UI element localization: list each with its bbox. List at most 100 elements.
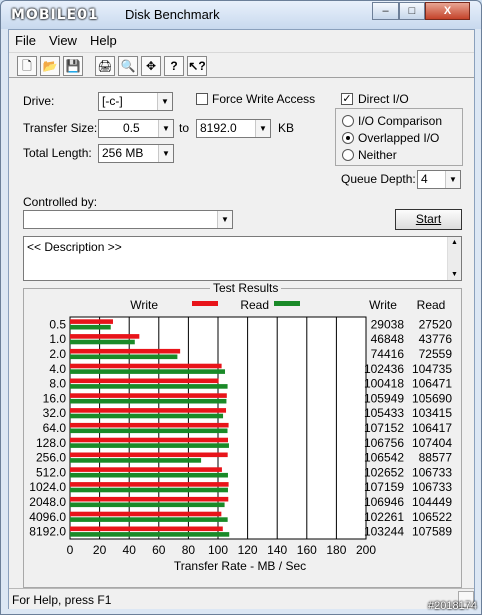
test-results-group: Test Results Write Read Write Read Trans… bbox=[23, 281, 462, 588]
menu-help[interactable]: Help bbox=[90, 33, 117, 48]
chevron-down-icon[interactable]: ▼ bbox=[217, 211, 232, 228]
y-tick-label: 4.0 bbox=[49, 362, 66, 376]
x-tick-label: 200 bbox=[356, 543, 376, 557]
transfer-from-value: 0.5 bbox=[123, 121, 140, 135]
write-value: 29038 bbox=[371, 317, 405, 331]
read-bar bbox=[70, 428, 228, 434]
read-value: 27520 bbox=[419, 317, 453, 331]
write-value: 102436 bbox=[364, 362, 404, 376]
watermark-text: #2018174 bbox=[428, 600, 477, 612]
read-value: 43776 bbox=[419, 332, 453, 346]
y-tick-label: 2048.0 bbox=[29, 495, 66, 509]
read-value: 88577 bbox=[419, 451, 453, 465]
legend-write-label: Write bbox=[130, 298, 158, 312]
transfer-size-from-select[interactable]: 0.5 ▼ bbox=[98, 119, 174, 138]
write-bar bbox=[70, 378, 219, 384]
read-bar bbox=[70, 384, 228, 389]
description-scrollbar[interactable]: ▲ ▼ bbox=[447, 237, 461, 280]
window-title: Disk Benchmark bbox=[125, 7, 220, 22]
y-tick-label: 4096.0 bbox=[29, 510, 66, 524]
write-bar bbox=[70, 393, 227, 398]
write-column-header: Write bbox=[369, 298, 397, 312]
write-bar bbox=[70, 348, 181, 354]
start-button[interactable]: Start bbox=[395, 209, 462, 230]
mobile01-logo: MOBILE01 bbox=[11, 7, 99, 23]
toolbar: 🗋 📂 💾 🖨 🔍 ✥ ? ↖? bbox=[9, 52, 474, 78]
write-value: 103244 bbox=[364, 525, 404, 539]
read-bar bbox=[70, 398, 227, 404]
write-value: 106542 bbox=[364, 451, 404, 465]
neither-radio[interactable] bbox=[342, 149, 354, 161]
x-tick-label: 80 bbox=[182, 543, 196, 557]
read-bar bbox=[70, 354, 178, 360]
minimize-button[interactable]: – bbox=[372, 2, 399, 20]
write-value: 46848 bbox=[371, 332, 405, 346]
overlapped-io-label: Overlapped I/O bbox=[358, 131, 440, 145]
to-label: to bbox=[179, 121, 190, 135]
menu-bar: File View Help bbox=[9, 30, 474, 50]
read-value: 106733 bbox=[412, 465, 452, 479]
description-box[interactable]: << Description >> ▲ ▼ bbox=[23, 236, 462, 281]
write-value: 102261 bbox=[364, 510, 404, 524]
x-tick-label: 0 bbox=[67, 543, 74, 557]
chevron-down-icon[interactable]: ▼ bbox=[445, 171, 460, 188]
context-help-icon[interactable]: ↖? bbox=[187, 56, 207, 76]
menu-file[interactable]: File bbox=[15, 33, 36, 48]
total-length-select[interactable]: 256 MB ▼ bbox=[98, 144, 174, 163]
open-icon[interactable]: 📂 bbox=[40, 56, 60, 76]
y-tick-label: 1024.0 bbox=[29, 480, 66, 494]
read-bar bbox=[70, 472, 228, 478]
print-icon[interactable]: 🖨 bbox=[95, 56, 115, 76]
move-icon[interactable]: ✥ bbox=[141, 56, 161, 76]
new-icon[interactable]: 🗋 bbox=[17, 56, 37, 76]
y-tick-label: 1.0 bbox=[49, 332, 66, 346]
read-value: 105690 bbox=[412, 391, 452, 405]
write-value: 106946 bbox=[364, 495, 404, 509]
y-tick-label: 8192.0 bbox=[29, 525, 66, 539]
kb-label: KB bbox=[278, 121, 295, 135]
status-bar: For Help, press F1 bbox=[9, 588, 474, 609]
write-value: 107159 bbox=[364, 480, 404, 494]
maximize-button[interactable]: □ bbox=[399, 2, 425, 20]
queue-depth-select[interactable]: 4 ▼ bbox=[417, 170, 461, 189]
save-icon[interactable]: 💾 bbox=[63, 56, 83, 76]
chevron-down-icon[interactable]: ▼ bbox=[157, 93, 172, 110]
close-button[interactable]: X bbox=[425, 2, 470, 20]
io-comparison-radio[interactable] bbox=[342, 115, 354, 127]
y-tick-label: 512.0 bbox=[36, 465, 66, 479]
title-bar[interactable]: MOBILE01 Disk Benchmark – □ X bbox=[1, 1, 481, 29]
queue-depth-label: Queue Depth: bbox=[341, 172, 416, 186]
print-preview-icon[interactable]: 🔍 bbox=[118, 56, 138, 76]
write-bar bbox=[70, 452, 228, 458]
legend-read-label: Read bbox=[240, 298, 269, 312]
direct-io-checkbox[interactable]: ✓ bbox=[341, 93, 353, 105]
x-tick-label: 140 bbox=[267, 543, 287, 557]
write-bar bbox=[70, 422, 229, 428]
x-tick-label: 160 bbox=[297, 543, 317, 557]
legend-write-swatch bbox=[192, 301, 218, 306]
io-comparison-label: I/O Comparison bbox=[358, 114, 443, 128]
force-write-access-checkbox[interactable] bbox=[196, 93, 208, 105]
drive-value: [-c-] bbox=[102, 94, 123, 108]
read-value: 106471 bbox=[412, 377, 452, 391]
read-value: 72559 bbox=[419, 347, 453, 361]
description-text: << Description >> bbox=[27, 240, 122, 254]
controlled-by-select[interactable]: ▼ bbox=[23, 210, 233, 229]
write-bar bbox=[70, 319, 113, 324]
help-icon[interactable]: ? bbox=[164, 56, 184, 76]
chevron-down-icon[interactable]: ▼ bbox=[255, 120, 270, 137]
write-bar bbox=[70, 334, 140, 339]
y-tick-label: 8.0 bbox=[49, 377, 66, 391]
read-value: 107589 bbox=[412, 525, 452, 539]
force-write-access-label: Force Write Access bbox=[212, 92, 316, 106]
chevron-down-icon[interactable]: ▼ bbox=[158, 145, 173, 162]
overlapped-io-radio[interactable] bbox=[342, 132, 354, 144]
scroll-down-icon[interactable]: ▼ bbox=[448, 271, 461, 278]
scroll-up-icon[interactable]: ▲ bbox=[448, 239, 461, 246]
menu-view[interactable]: View bbox=[49, 33, 77, 48]
drive-select[interactable]: [-c-] ▼ bbox=[98, 92, 173, 111]
chevron-down-icon[interactable]: ▼ bbox=[158, 120, 173, 137]
read-bar bbox=[70, 502, 225, 508]
transfer-size-to-select[interactable]: 8192.0 ▼ bbox=[196, 119, 271, 138]
total-length-label: Total Length: bbox=[23, 146, 92, 160]
